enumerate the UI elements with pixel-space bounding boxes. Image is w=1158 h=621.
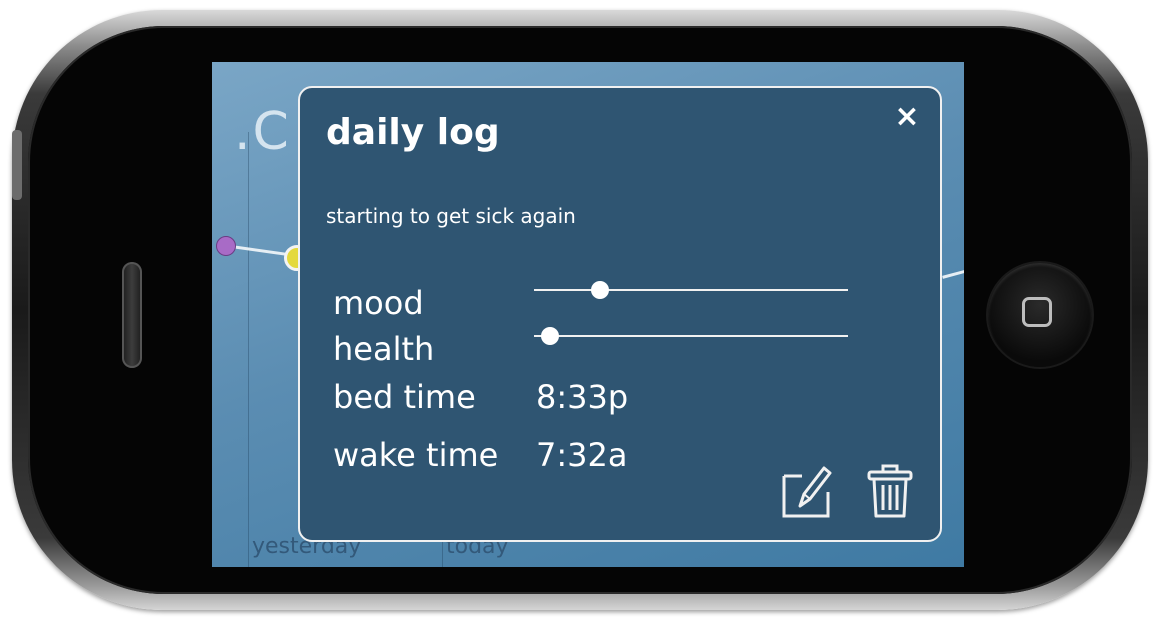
popup-title: daily log bbox=[326, 112, 500, 153]
mood-slider[interactable] bbox=[534, 278, 848, 302]
bed-time-value[interactable]: 8:33p bbox=[536, 378, 628, 416]
health-slider[interactable] bbox=[534, 324, 848, 348]
home-square-icon bbox=[1022, 297, 1052, 327]
daily-log-popup: daily log × starting to get sick again m… bbox=[298, 86, 942, 542]
graph-point[interactable] bbox=[216, 236, 236, 256]
trash-icon[interactable] bbox=[866, 464, 914, 520]
close-icon[interactable]: × bbox=[892, 102, 922, 132]
graph-line bbox=[942, 268, 964, 279]
timeline-divider bbox=[248, 132, 249, 567]
health-label: health bbox=[333, 330, 435, 368]
wake-time-value[interactable]: 7:32a bbox=[536, 436, 627, 474]
health-slider-track bbox=[534, 335, 848, 337]
bed-time-label: bed time bbox=[333, 378, 476, 416]
earpiece-speaker bbox=[122, 262, 142, 368]
mood-slider-thumb[interactable] bbox=[590, 281, 609, 299]
wake-time-label: wake time bbox=[333, 436, 499, 474]
side-volume-button bbox=[12, 130, 22, 200]
edit-icon[interactable] bbox=[780, 464, 832, 520]
background-title: .C bbox=[234, 102, 291, 162]
mood-label: mood bbox=[333, 284, 424, 322]
app-screen: .C yesterday today daily log × starting … bbox=[212, 62, 964, 567]
mood-slider-track bbox=[534, 289, 848, 291]
health-slider-thumb[interactable] bbox=[540, 327, 559, 345]
log-note: starting to get sick again bbox=[326, 204, 576, 228]
home-button[interactable] bbox=[988, 263, 1092, 367]
